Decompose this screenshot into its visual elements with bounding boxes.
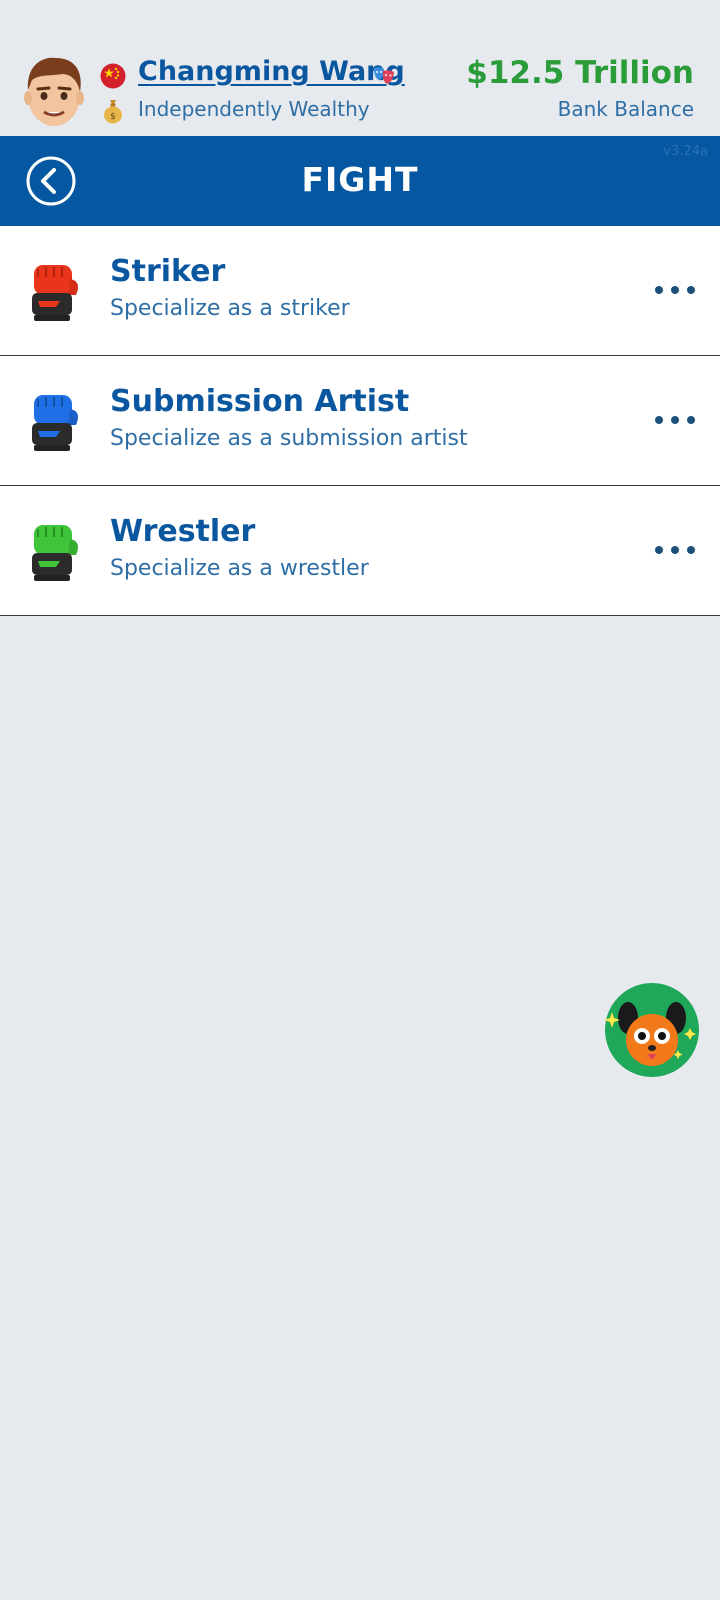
dog-mascot-icon[interactable] xyxy=(604,982,700,1078)
bank-balance-amount: $12.5 Trillion xyxy=(466,55,694,91)
more-options-icon[interactable] xyxy=(652,406,698,434)
item-subtitle: Specialize as a striker xyxy=(110,296,350,321)
svg-text:$: $ xyxy=(110,112,116,122)
wealth-status: Independently Wealthy xyxy=(138,97,370,121)
china-flag-icon xyxy=(100,63,126,89)
item-title: Striker xyxy=(110,254,226,289)
top-header: Changming Wang $ Independently Wealthy $… xyxy=(0,0,720,136)
version-label: v3.24a xyxy=(663,144,708,159)
list-item-wrestler[interactable]: Wrestler Specialize as a wrestler xyxy=(0,486,720,616)
list-item-submission-artist[interactable]: Submission Artist Specialize as a submis… xyxy=(0,356,720,486)
page-title: FIGHT xyxy=(301,160,419,199)
theater-masks-icon xyxy=(374,67,394,84)
item-subtitle: Specialize as a submission artist xyxy=(110,426,468,451)
item-subtitle: Specialize as a wrestler xyxy=(110,556,369,581)
list-item-striker[interactable]: Striker Specialize as a striker xyxy=(0,226,720,356)
blue-glove-icon xyxy=(32,395,78,451)
item-title: Submission Artist xyxy=(110,384,410,419)
red-glove-icon xyxy=(32,265,78,321)
avatar[interactable] xyxy=(22,54,86,130)
nav-bar: FIGHT v3.24a xyxy=(0,136,720,226)
green-glove-icon xyxy=(32,525,78,581)
more-options-icon[interactable] xyxy=(652,536,698,564)
item-title: Wrestler xyxy=(110,514,256,549)
fight-style-list: Striker Specialize as a striker Submissi… xyxy=(0,226,720,616)
bank-balance-label: Bank Balance xyxy=(557,97,694,121)
more-options-icon[interactable] xyxy=(652,276,698,304)
player-name-link[interactable]: Changming Wang xyxy=(138,56,405,87)
money-bag-icon: $ xyxy=(104,100,122,124)
